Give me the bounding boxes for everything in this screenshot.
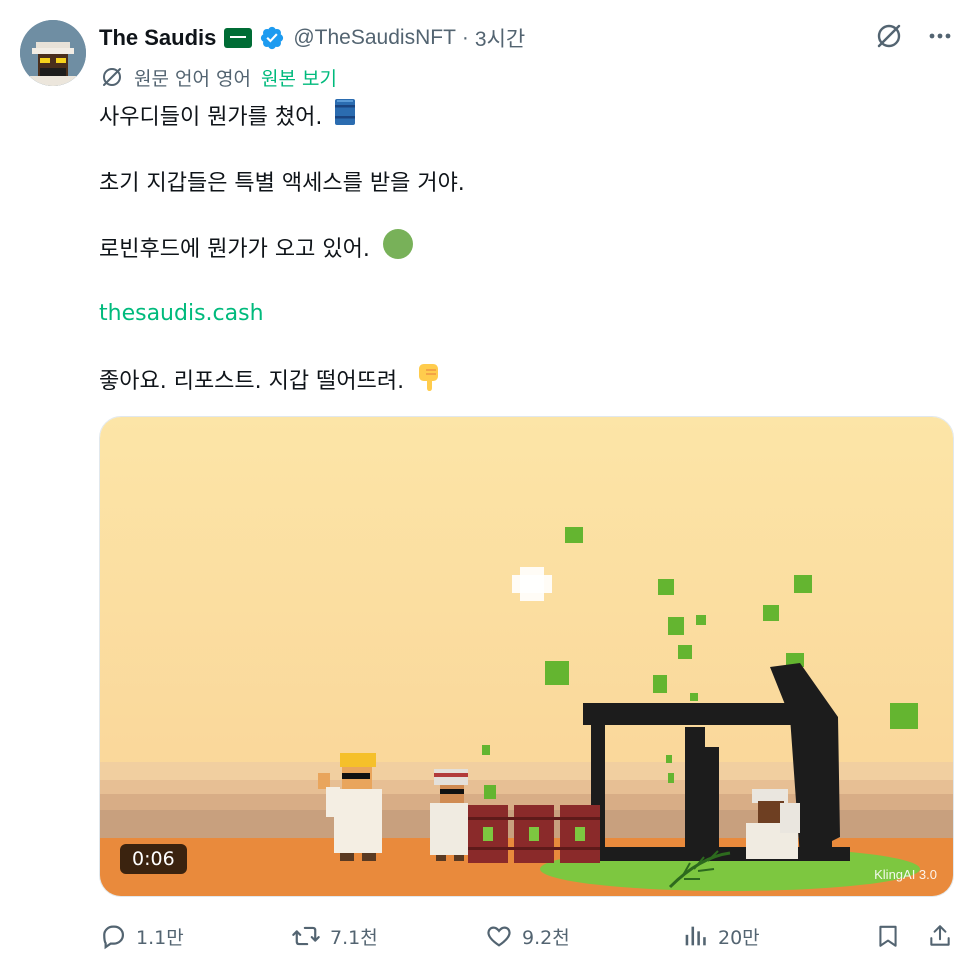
verified-badge-icon[interactable]	[259, 25, 285, 51]
reply-count: 1.1만	[136, 926, 184, 949]
post-text-line-3: 로빈후드에 뭔가가 오고 있어.	[99, 228, 414, 266]
separator-dot: ·	[461, 26, 469, 49]
author-name[interactable]: The Saudis	[99, 25, 216, 51]
show-original-link[interactable]: 원본 보기	[261, 64, 337, 91]
repost-button[interactable]: 7.1천	[291, 918, 378, 954]
post-time[interactable]: 3시간	[475, 23, 525, 53]
like-icon	[487, 926, 511, 947]
more-icon[interactable]	[927, 23, 953, 49]
pointing-down-icon	[416, 360, 446, 398]
translate-note: 원문 언어 영어	[134, 67, 251, 90]
video-watermark: KlingAI 3.0	[874, 867, 937, 882]
green-circle-icon	[382, 228, 414, 266]
post-text-line-1: 사우디들이 뭔가를 쳤어.	[99, 98, 356, 132]
saudi-flag-icon	[224, 28, 253, 48]
like-count: 9.2천	[522, 926, 570, 949]
post-header: The Saudis @TheSaudisNFT · 3시간	[99, 20, 525, 56]
avatar[interactable]	[20, 20, 86, 86]
repost-icon	[292, 926, 320, 946]
grok-icon[interactable]	[875, 22, 903, 50]
translation-notice: 원문 언어 영어 원본 보기	[100, 62, 337, 92]
oil-barrel-icon	[334, 97, 356, 133]
translate-icon	[103, 68, 121, 86]
share-button[interactable]	[927, 918, 953, 954]
share-icon	[930, 925, 950, 946]
bookmark-button[interactable]	[875, 918, 901, 954]
video-duration: 0:06	[120, 844, 187, 874]
repost-count: 7.1천	[330, 926, 378, 949]
view-count: 20만	[718, 926, 760, 949]
post-video[interactable]: 0:06 KlingAI 3.0	[99, 416, 954, 897]
bookmark-icon	[879, 925, 897, 947]
like-button[interactable]: 9.2천	[485, 918, 570, 954]
views-button[interactable]: 20만	[681, 918, 760, 954]
author-handle[interactable]: @TheSaudisNFT	[293, 26, 456, 50]
post-link-line: thesaudis.cash	[99, 296, 264, 330]
post-actions: 1.1만 7.1천 9.2천 20만	[99, 918, 957, 954]
reply-icon	[103, 925, 125, 950]
website-link[interactable]: thesaudis.cash	[99, 301, 264, 326]
post-text-line-5: 좋아요. 리포스트. 지갑 떨어뜨려.	[99, 362, 446, 396]
reply-button[interactable]: 1.1만	[99, 918, 184, 954]
post-text-line-2: 초기 지갑들은 특별 액세스를 받을 거야.	[99, 171, 465, 196]
views-icon	[685, 926, 706, 946]
